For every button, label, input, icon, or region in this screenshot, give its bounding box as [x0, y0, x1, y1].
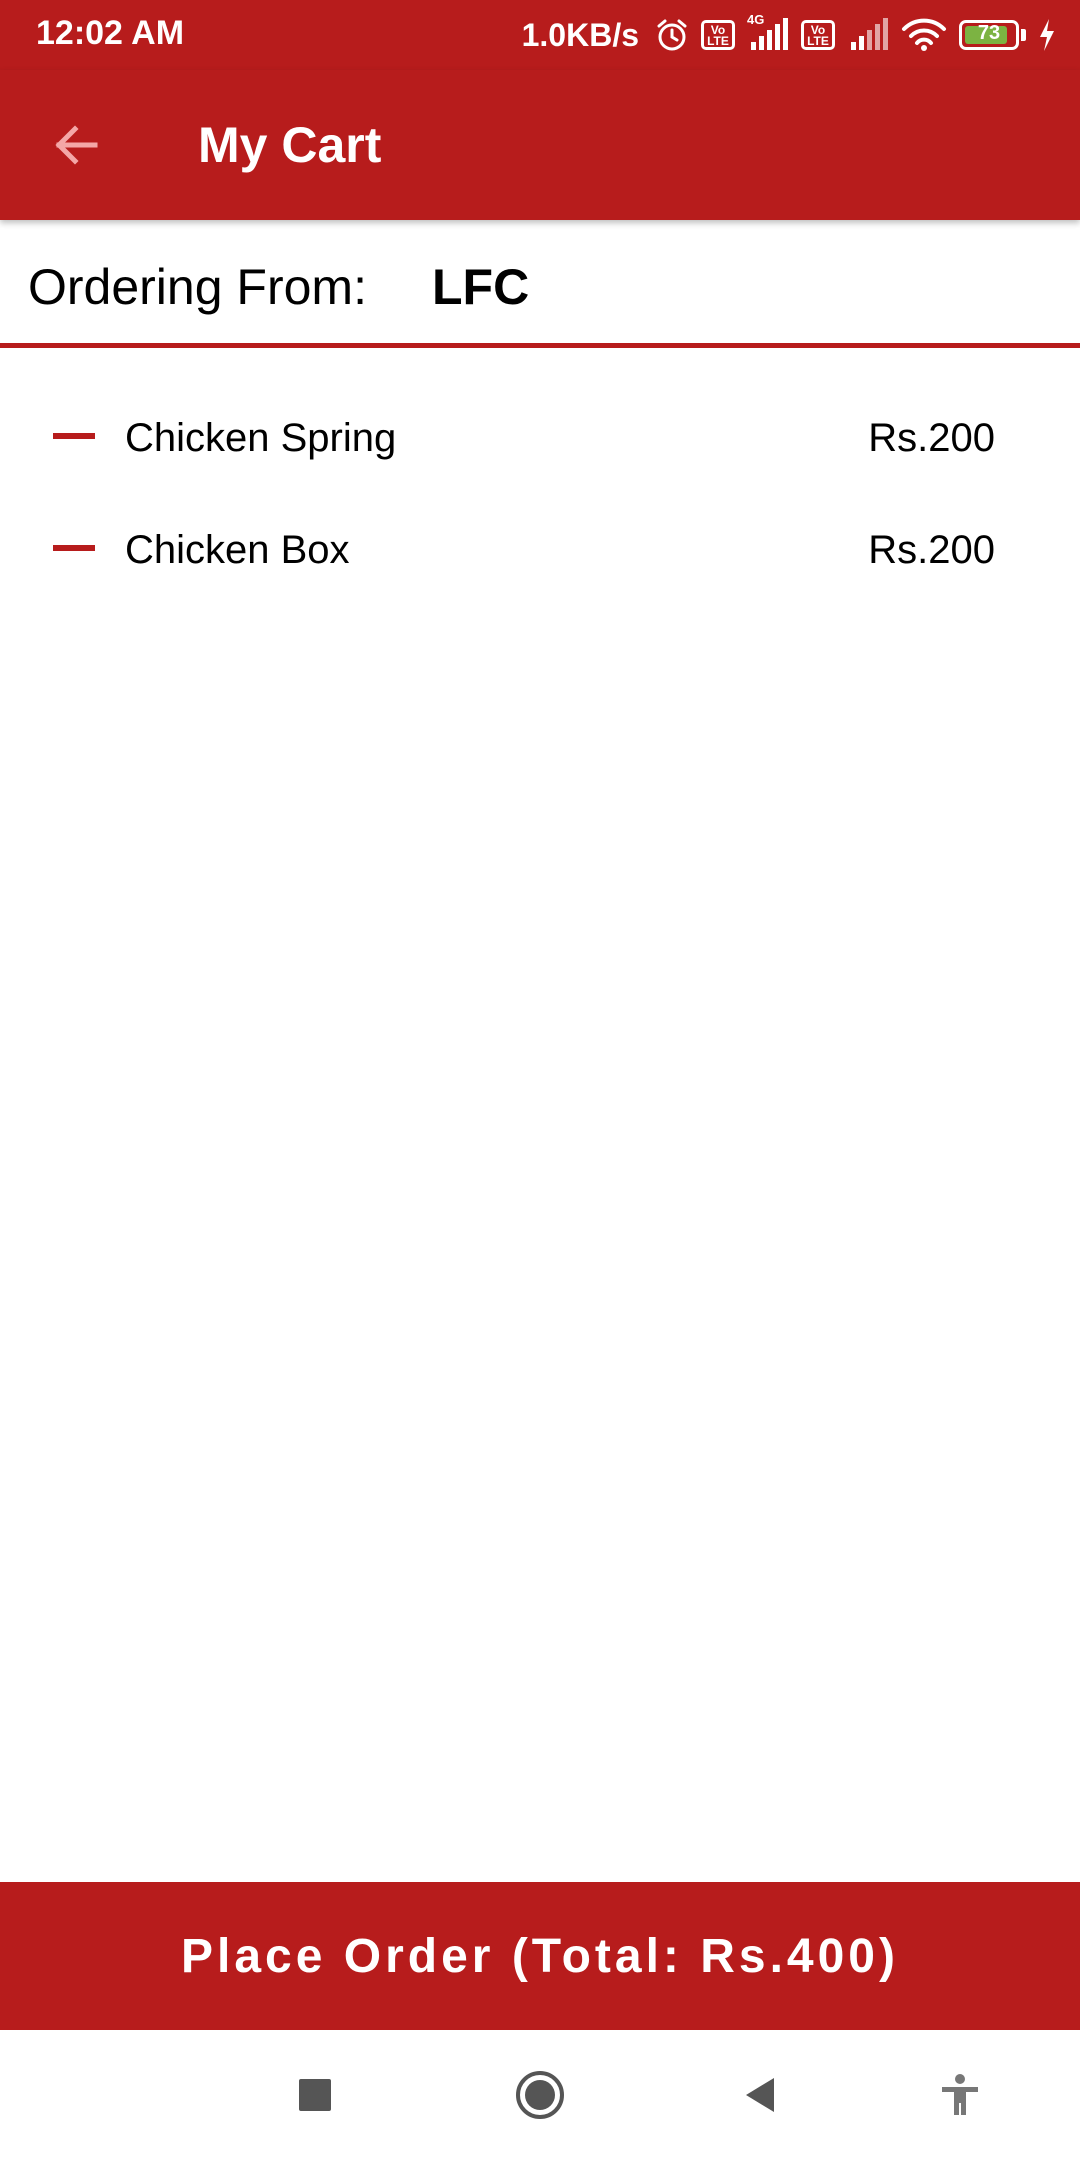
minus-icon	[53, 545, 95, 551]
status-bar: 12:02 AM 1.0KB/s Vo LTE 4G Vo LTE 73	[0, 0, 1080, 70]
item-price: Rs.200	[868, 528, 995, 572]
item-name: Chicken Spring	[125, 416, 397, 460]
signal-icon-2	[847, 18, 889, 52]
volte-icon-2: Vo LTE	[801, 20, 835, 50]
battery-icon: 73	[959, 20, 1019, 50]
cart-item: Chicken Spring Rs.200	[0, 380, 1080, 492]
cart-item: Chicken Box Rs.200	[0, 492, 1080, 604]
system-nav-bar	[0, 2030, 1080, 2160]
arrow-back-icon	[55, 125, 98, 165]
nav-back-button[interactable]	[730, 2065, 790, 2125]
minus-icon	[53, 433, 95, 439]
home-button[interactable]	[510, 2065, 570, 2125]
accessibility-button[interactable]	[930, 2065, 990, 2125]
app-bar: My Cart	[0, 70, 1080, 220]
battery-nub	[1021, 29, 1026, 41]
volte-icon: Vo LTE	[701, 20, 735, 50]
recents-button[interactable]	[285, 2065, 345, 2125]
status-time: 12:02 AM	[36, 14, 185, 52]
home-circle-icon	[516, 2071, 564, 2119]
restaurant-name: LFC	[432, 259, 530, 315]
battery-level: 73	[977, 22, 1001, 44]
back-triangle-icon	[746, 2078, 774, 2112]
alarm-icon	[655, 18, 689, 52]
charging-icon	[1038, 19, 1056, 51]
ordering-from-section: Ordering From: LFC	[0, 220, 1080, 348]
accessibility-icon	[942, 2074, 978, 2115]
place-order-button[interactable]: Place Order (Total: Rs.400)	[0, 1882, 1080, 2030]
remove-item-button[interactable]	[48, 528, 100, 568]
wifi-icon	[901, 18, 947, 52]
item-name: Chicken Box	[125, 528, 350, 572]
status-icons: 1.0KB/s Vo LTE 4G Vo LTE 73	[522, 12, 1056, 58]
signal-icon: 4G	[747, 12, 789, 52]
recents-square-icon	[299, 2079, 331, 2111]
remove-item-button[interactable]	[48, 416, 100, 456]
network-type: 4G	[747, 12, 765, 27]
page-title: My Cart	[198, 117, 382, 173]
cart-list: Chicken Spring Rs.200 Chicken Box Rs.200	[0, 380, 1080, 604]
back-button[interactable]	[36, 110, 116, 180]
item-price: Rs.200	[868, 416, 995, 460]
network-speed: 1.0KB/s	[521, 16, 639, 53]
ordering-from-label: Ordering From:	[28, 259, 367, 315]
